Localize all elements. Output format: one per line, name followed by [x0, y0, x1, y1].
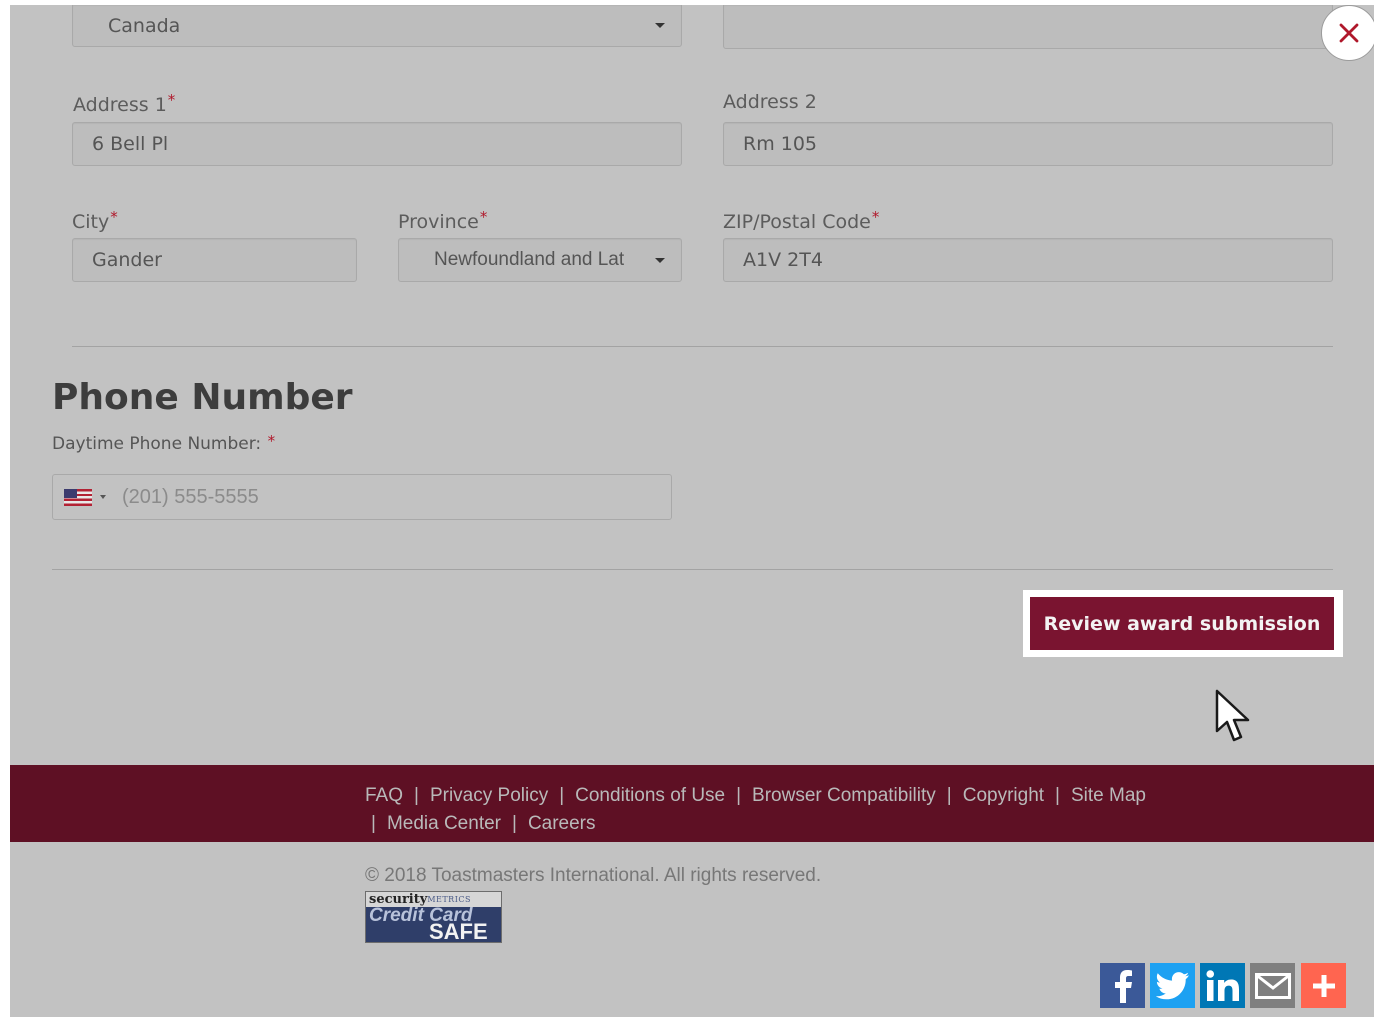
address1-value: 6 Bell Pl [92, 133, 169, 155]
section-divider [72, 346, 1333, 347]
province-select-value: Newfoundland and Lat [434, 249, 625, 270]
share-plus-icon[interactable] [1301, 963, 1346, 1008]
address2-input[interactable]: Rm 105 [723, 122, 1333, 166]
copyright-text: © 2018 Toastmasters International. All r… [365, 865, 822, 886]
address2-label: Address 2 [723, 91, 817, 113]
city-input[interactable]: Gander [72, 238, 357, 282]
required-mark: * [167, 91, 176, 109]
site-footer: FAQ | Privacy Policy | Conditions of Use | Bro… [10, 765, 1374, 842]
country-select-value: Canada [108, 14, 181, 37]
footer-link-faq[interactable]: FAQ [365, 785, 403, 806]
postal-input[interactable]: A1V 2T4 [723, 238, 1333, 282]
facebook-icon[interactable] [1100, 963, 1145, 1008]
postal-label: ZIP/Postal Code* [723, 208, 880, 233]
twitter-icon[interactable] [1150, 963, 1195, 1008]
province-select[interactable]: Newfoundland and Lat [398, 238, 682, 282]
province-label: Province* [398, 208, 488, 233]
required-mark: * [110, 208, 118, 226]
chevron-down-icon [655, 23, 665, 28]
city-value: Gander [92, 249, 162, 271]
footer-link-media-center[interactable]: Media Center [387, 813, 501, 834]
city-label: City* [72, 208, 118, 233]
security-metrics-badge[interactable]: securityMETRICS Credit Card SAFE [365, 891, 502, 943]
chevron-down-icon [655, 258, 665, 263]
daytime-phone-input[interactable]: (201) 555-5555 [52, 474, 672, 520]
required-mark: * [479, 208, 488, 226]
footer-link-copyright[interactable]: Copyright [963, 785, 1044, 806]
phone-placeholder: (201) 555-5555 [122, 485, 259, 508]
section-divider [52, 569, 1333, 570]
mouse-cursor-icon [1215, 689, 1250, 742]
close-icon [1339, 23, 1359, 43]
address2-value: Rm 105 [743, 133, 818, 155]
footer-link-site-map[interactable]: Site Map [1071, 785, 1146, 806]
us-flag-icon[interactable] [64, 488, 92, 506]
review-award-submission-button[interactable]: Review award submission [1030, 597, 1334, 650]
daytime-phone-label: Daytime Phone Number: * [52, 432, 276, 454]
country-select[interactable]: Canada [72, 5, 682, 47]
linkedin-icon[interactable] [1200, 963, 1245, 1008]
footer-link-conditions-of-use[interactable]: Conditions of Use [575, 785, 725, 806]
postal-value: A1V 2T4 [743, 249, 823, 271]
chevron-down-icon[interactable] [100, 495, 106, 499]
address1-input[interactable]: 6 Bell Pl [72, 122, 682, 166]
footer-link-browser-compatibility[interactable]: Browser Compatibility [752, 785, 936, 806]
required-mark: * [871, 208, 880, 226]
form-page: Canada Address 1* 6 Bell Pl Address 2 Rm… [10, 5, 1374, 1017]
required-mark: * [267, 432, 276, 450]
footer-link-privacy-policy[interactable]: Privacy Policy [430, 785, 548, 806]
footer-links: FAQ | Privacy Policy | Conditions of Use | Bro… [365, 785, 1146, 834]
email-icon[interactable] [1250, 963, 1295, 1008]
footer-link-careers[interactable]: Careers [528, 813, 596, 834]
top-right-field[interactable] [723, 5, 1333, 49]
address1-label: Address 1* [73, 91, 176, 116]
close-button[interactable] [1321, 5, 1374, 61]
phone-section-heading: Phone Number [52, 377, 353, 418]
